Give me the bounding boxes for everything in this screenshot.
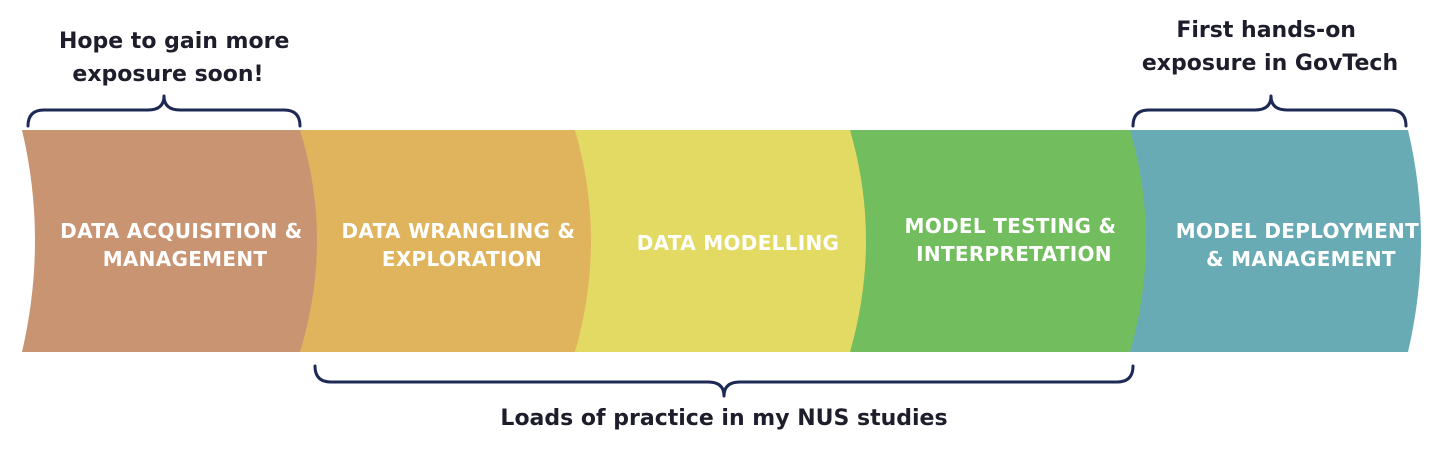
pipeline-diagram: DATA ACQUISITION & MANAGEMENT DATA WRANG… [22,18,1421,431]
segment-model-testing [850,130,1146,352]
annotation-left-top: Hope to gain more exposure soon! [59,29,297,87]
brace-bottom [313,364,1135,398]
brace-right-top [1131,94,1408,128]
annotation-right-top: First hands-on exposure in GovTech [1142,18,1398,76]
segment-label-data-modelling: DATA MODELLING [637,231,840,255]
brace-left-top [26,94,302,128]
annotation-bottom: Loads of practice in my NUS studies [500,406,947,431]
